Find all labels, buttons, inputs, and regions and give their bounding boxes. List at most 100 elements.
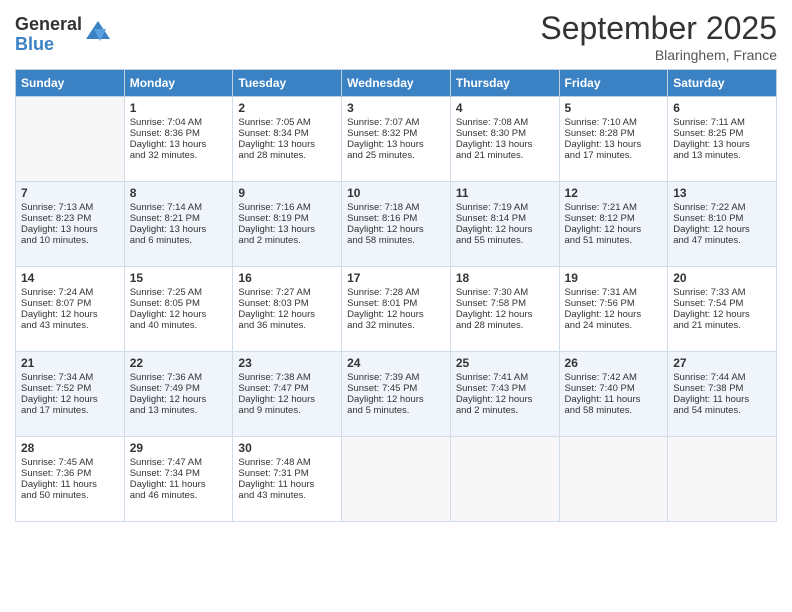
day-info-line: Sunset: 8:01 PM — [347, 298, 445, 309]
calendar-cell: 19Sunrise: 7:31 AMSunset: 7:56 PMDayligh… — [559, 267, 668, 352]
day-number: 5 — [565, 101, 663, 115]
day-number: 23 — [238, 356, 336, 370]
calendar-cell: 17Sunrise: 7:28 AMSunset: 8:01 PMDayligh… — [342, 267, 451, 352]
day-number: 19 — [565, 271, 663, 285]
day-info-line: Sunrise: 7:39 AM — [347, 372, 445, 383]
day-number: 1 — [130, 101, 228, 115]
logo-icon — [84, 19, 112, 47]
day-number: 3 — [347, 101, 445, 115]
day-number: 24 — [347, 356, 445, 370]
day-info-line: Sunset: 8:12 PM — [565, 213, 663, 224]
day-info-line: Daylight: 13 hours — [347, 139, 445, 150]
day-info-line: and 24 minutes. — [565, 320, 663, 331]
day-info-line: Sunrise: 7:47 AM — [130, 457, 228, 468]
day-info-line: Sunset: 8:28 PM — [565, 128, 663, 139]
day-info-line: Sunrise: 7:41 AM — [456, 372, 554, 383]
day-number: 14 — [21, 271, 119, 285]
day-info-line: Sunset: 8:32 PM — [347, 128, 445, 139]
calendar-cell: 3 Sunrise: 7:07 AMSunset: 8:32 PMDaylight… — [342, 97, 451, 182]
day-info-line: Sunrise: 7:48 AM — [238, 457, 336, 468]
calendar-cell: 6Sunrise: 7:11 AMSunset: 8:25 PMDaylight… — [668, 97, 777, 182]
calendar-cell: 9Sunrise: 7:16 AMSunset: 8:19 PMDaylight… — [233, 182, 342, 267]
day-info-line: and 55 minutes. — [456, 235, 554, 246]
day-info-line: Sunrise: 7:28 AM — [347, 287, 445, 298]
logo-general-text: General — [15, 15, 82, 35]
day-of-week-saturday: Saturday — [668, 70, 777, 97]
day-info-line: Daylight: 13 hours — [21, 224, 119, 235]
week-row: 14Sunrise: 7:24 AMSunset: 8:07 PMDayligh… — [16, 267, 777, 352]
day-number: 17 — [347, 271, 445, 285]
day-info-line: and 36 minutes. — [238, 320, 336, 331]
day-number: 22 — [130, 356, 228, 370]
calendar-cell: 28Sunrise: 7:45 AMSunset: 7:36 PMDayligh… — [16, 437, 125, 522]
day-info-line: and 2 minutes. — [238, 235, 336, 246]
calendar-cell: 25Sunrise: 7:41 AMSunset: 7:43 PMDayligh… — [450, 352, 559, 437]
day-number: 26 — [565, 356, 663, 370]
day-info-line: and 32 minutes. — [347, 320, 445, 331]
day-info-line: Daylight: 12 hours — [456, 309, 554, 320]
day-number: 4 — [456, 101, 554, 115]
day-info-line: and 13 minutes. — [130, 405, 228, 416]
day-info-line: Sunrise: 7:31 AM — [565, 287, 663, 298]
day-number: 16 — [238, 271, 336, 285]
day-info-line: Sunset: 7:31 PM — [238, 468, 336, 479]
day-info-line: Sunset: 8:23 PM — [21, 213, 119, 224]
logo-blue-text: Blue — [15, 35, 82, 55]
calendar-cell: 8Sunrise: 7:14 AMSunset: 8:21 PMDaylight… — [124, 182, 233, 267]
calendar-cell — [668, 437, 777, 522]
day-info-line: Sunset: 7:58 PM — [456, 298, 554, 309]
day-info-line: and 51 minutes. — [565, 235, 663, 246]
day-info-line: and 9 minutes. — [238, 405, 336, 416]
calendar-cell: 30Sunrise: 7:48 AMSunset: 7:31 PMDayligh… — [233, 437, 342, 522]
title-block: September 2025 Blaringhem, France — [540, 10, 777, 63]
day-info-line: Sunrise: 7:14 AM — [130, 202, 228, 213]
day-info-line: Sunset: 7:47 PM — [238, 383, 336, 394]
day-info-line: Daylight: 12 hours — [238, 309, 336, 320]
day-info-line: Sunset: 8:16 PM — [347, 213, 445, 224]
calendar-cell: 1Sunrise: 7:04 AMSunset: 8:36 PMDaylight… — [124, 97, 233, 182]
day-info-line: Sunrise: 7:21 AM — [565, 202, 663, 213]
day-info-line: Sunset: 7:34 PM — [130, 468, 228, 479]
day-info-line: Sunrise: 7:05 AM — [238, 117, 336, 128]
day-info-line: Sunset: 8:25 PM — [673, 128, 771, 139]
day-info-line: Daylight: 12 hours — [238, 394, 336, 405]
calendar-cell — [342, 437, 451, 522]
calendar-cell: 16Sunrise: 7:27 AMSunset: 8:03 PMDayligh… — [233, 267, 342, 352]
calendar-cell — [16, 97, 125, 182]
day-number: 9 — [238, 186, 336, 200]
day-info-line: Sunset: 7:52 PM — [21, 383, 119, 394]
calendar-cell: 20Sunrise: 7:33 AMSunset: 7:54 PMDayligh… — [668, 267, 777, 352]
week-row: 1Sunrise: 7:04 AMSunset: 8:36 PMDaylight… — [16, 97, 777, 182]
calendar-cell: 18Sunrise: 7:30 AMSunset: 7:58 PMDayligh… — [450, 267, 559, 352]
day-info-line: Sunset: 8:36 PM — [130, 128, 228, 139]
day-info-line: and 50 minutes. — [21, 490, 119, 501]
day-info-line: Daylight: 13 hours — [130, 139, 228, 150]
day-info-line: Sunrise: 7:38 AM — [238, 372, 336, 383]
day-info-line: Sunrise: 7:42 AM — [565, 372, 663, 383]
calendar-cell: 7Sunrise: 7:13 AMSunset: 8:23 PMDaylight… — [16, 182, 125, 267]
day-info-line: and 46 minutes. — [130, 490, 228, 501]
day-info-line: Sunrise: 7:24 AM — [21, 287, 119, 298]
day-info-line: Sunrise: 7:36 AM — [130, 372, 228, 383]
day-info-line: and 28 minutes. — [238, 150, 336, 161]
page-header: General Blue September 2025 Blaringhem, … — [15, 10, 777, 63]
day-info-line: Daylight: 11 hours — [130, 479, 228, 490]
day-info-line: and 17 minutes. — [565, 150, 663, 161]
calendar-cell: 5Sunrise: 7:10 AMSunset: 8:28 PMDaylight… — [559, 97, 668, 182]
day-info-line: Daylight: 12 hours — [347, 224, 445, 235]
calendar-cell: 22Sunrise: 7:36 AMSunset: 7:49 PMDayligh… — [124, 352, 233, 437]
day-info-line: Daylight: 12 hours — [130, 309, 228, 320]
day-info-line: Daylight: 12 hours — [130, 394, 228, 405]
day-info-line: and 58 minutes. — [565, 405, 663, 416]
calendar-cell: 26Sunrise: 7:42 AMSunset: 7:40 PMDayligh… — [559, 352, 668, 437]
day-info-line: Daylight: 13 hours — [456, 139, 554, 150]
day-info-line: and 43 minutes. — [238, 490, 336, 501]
day-info-line: Sunrise: 7:25 AM — [130, 287, 228, 298]
day-info-line: Sunset: 8:10 PM — [673, 213, 771, 224]
day-number: 25 — [456, 356, 554, 370]
day-info-line: and 40 minutes. — [130, 320, 228, 331]
day-info-line: Daylight: 13 hours — [130, 224, 228, 235]
day-info-line: Daylight: 13 hours — [238, 139, 336, 150]
day-info-line: and 21 minutes. — [673, 320, 771, 331]
day-info-line: Sunrise: 7:07 AM — [347, 117, 445, 128]
